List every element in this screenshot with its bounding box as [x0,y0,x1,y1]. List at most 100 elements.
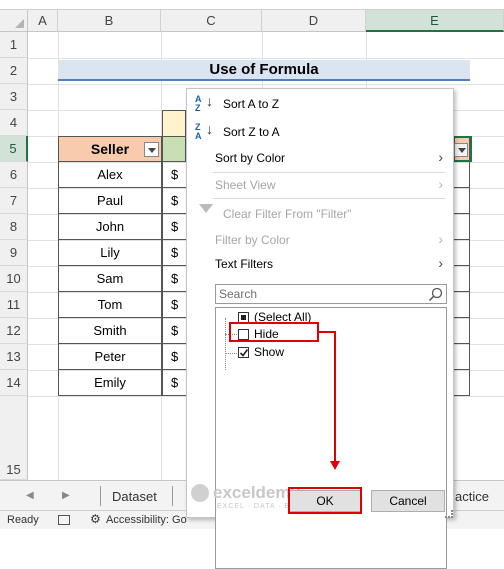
menu-text-filters[interactable]: Text Filters [215,254,273,274]
chevron-right-icon: › [438,149,443,165]
currency-symbol: $ [171,245,179,260]
seller-cell[interactable]: Tom [58,292,162,318]
sheet-title-text: Use of Formula [209,61,319,78]
tab-separator [172,486,173,506]
column-header-d[interactable]: D [262,10,366,32]
menu-sort-by-color[interactable]: Sort by Color [215,148,285,168]
seller-cell[interactable]: Emily [58,370,162,396]
price-cell[interactable]: $ [162,266,186,292]
chevron-right-icon: › [438,255,443,271]
column-header-a[interactable]: A [28,10,58,32]
price-cell[interactable]: $ [162,214,186,240]
row-header-15[interactable]: 15 [0,396,28,480]
hide-highlight-box [229,322,319,342]
seller-cell[interactable]: Smith [58,318,162,344]
tab-scroll-right-icon[interactable]: ▶ [62,490,70,501]
seller-name: Tom [97,297,123,312]
row-header-3[interactable]: 3 [0,84,28,110]
seller-name: John [95,219,125,234]
watermark-brand: exceldemy [213,483,300,502]
gridline [28,58,504,59]
tab-dataset[interactable]: Dataset [112,486,157,508]
column-header-c[interactable]: C [161,10,262,32]
cancel-button[interactable]: Cancel [371,490,445,512]
macro-record-icon[interactable] [58,515,70,525]
resize-grip-icon[interactable] [445,510,453,518]
sort-za-icon: ZA [195,122,202,141]
sort-az-icon: AZ [195,94,202,113]
search-input[interactable]: Search [215,284,447,304]
watermark-tagline: EXCEL · DATA · BI [217,503,293,510]
menu-filter-by-color: Filter by Color [215,233,290,247]
row-header-6[interactable]: 6 [0,162,28,188]
seller-name: Emily [94,375,126,390]
currency-symbol: $ [171,193,179,208]
header-fill-c4 [162,110,186,136]
row-header-11[interactable]: 11 [0,292,28,318]
status-ready: Ready [7,514,39,526]
seller-name: Sam [96,271,124,286]
seller-cell[interactable]: Peter [58,344,162,370]
column-header-e[interactable]: E [366,10,504,32]
menu-separator [213,198,445,199]
seller-name: Alex [97,167,123,182]
status-accessibility[interactable]: Accessibility: Go [106,514,187,526]
filter-dropdown-button-e[interactable] [454,143,468,157]
search-icon [428,287,443,302]
accessibility-icon[interactable]: ⚙ [90,512,101,526]
tab-practice[interactable]: actice [455,486,489,508]
sort-arrow-icon: ↓ [206,121,213,137]
price-cell[interactable]: $ [162,240,186,266]
row-header-4[interactable]: 4 [0,110,28,136]
price-cell[interactable]: $ [162,344,186,370]
filter-dropdown-button[interactable] [144,142,159,157]
row-header-2[interactable]: 2 [0,58,28,84]
seller-name: Lily [100,245,120,260]
tab-scroll-left-icon[interactable]: ◀ [26,490,34,501]
sheet-title: Use of Formula [58,60,470,81]
table-right-edge [454,162,470,396]
ok-highlight-box [288,487,362,514]
tree-dotted-line [225,318,226,370]
menu-sheet-view: Sheet View [215,178,276,192]
row-header-13[interactable]: 13 [0,344,28,370]
seller-cell[interactable]: Paul [58,188,162,214]
filter-values-list[interactable]: (Select All) Hide Show [215,307,447,569]
row-header-8[interactable]: 8 [0,214,28,240]
seller-cell[interactable]: Lily [58,240,162,266]
row-header-5[interactable]: 5 [0,136,28,162]
currency-symbol: $ [171,167,179,182]
currency-symbol: $ [171,375,179,390]
watermark-logo-icon [191,484,209,502]
price-cell[interactable]: $ [162,292,186,318]
menu-separator [213,172,445,173]
seller-cell[interactable]: John [58,214,162,240]
row-header-9[interactable]: 9 [0,240,28,266]
column-header-b[interactable]: B [58,10,161,32]
row-header-14[interactable]: 14 [0,370,28,396]
row-header-1[interactable]: 1 [0,32,28,58]
price-cell[interactable]: $ [162,162,186,188]
currency-symbol: $ [171,323,179,338]
tree-dotted-line [225,353,237,354]
clear-filter-icon [199,204,213,213]
show-label[interactable]: Show [254,345,284,359]
price-cell[interactable]: $ [162,318,186,344]
seller-name: Peter [94,349,126,364]
price-cell[interactable]: $ [162,188,186,214]
header-fill-c5 [162,136,186,162]
row-header-10[interactable]: 10 [0,266,28,292]
autofilter-menu: AZ ↓ Sort A to Z ZA ↓ Sort Z to A Sort b… [186,88,454,569]
menu-sort-za[interactable]: Sort Z to A [223,122,280,142]
menu-sort-az[interactable]: Sort A to Z [223,94,279,114]
seller-cell[interactable]: Sam [58,266,162,292]
price-cell[interactable]: $ [162,370,186,396]
chevron-right-icon: › [438,176,443,192]
select-all-corner[interactable] [0,10,28,32]
row-header-7[interactable]: 7 [0,188,28,214]
row-header-12[interactable]: 12 [0,318,28,344]
seller-name: Paul [96,193,124,208]
menu-clear-filter: Clear Filter From "Filter" [223,207,352,221]
seller-cell[interactable]: Alex [58,162,162,188]
show-checkbox[interactable] [238,347,249,358]
